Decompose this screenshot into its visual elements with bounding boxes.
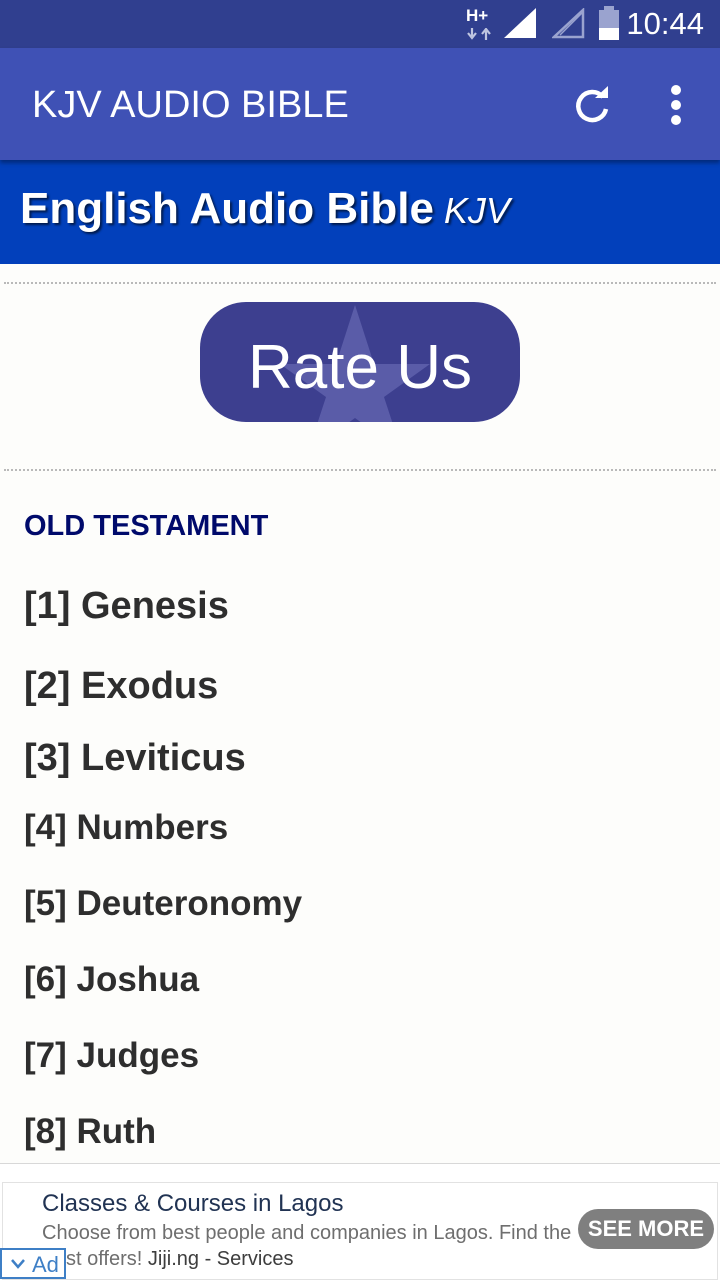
clock: 10:44 (626, 6, 704, 41)
ad-body: Choose from best people and companies in… (42, 1220, 582, 1272)
refresh-icon[interactable] (568, 82, 616, 130)
rate-us-button[interactable]: Rate Us (200, 302, 520, 422)
header-banner: English Audio Bible KJV (0, 160, 720, 264)
chevron-down-icon (11, 1259, 25, 1269)
book-item-exodus[interactable]: [2] Exodus (24, 665, 218, 708)
signal-full-icon (504, 8, 536, 38)
divider (4, 469, 716, 471)
battery-icon (599, 6, 619, 40)
ad-body-text: Choose from best people and companies in… (42, 1222, 572, 1244)
banner-title-text: English Audio Bible (20, 184, 434, 233)
app-title: KJV AUDIO BIBLE (32, 84, 349, 126)
ad-banner[interactable]: Classes & Courses in Lagos Choose from b… (0, 1163, 720, 1281)
data-arrows-icon (467, 28, 491, 40)
book-item-leviticus[interactable]: [3] Leviticus (24, 737, 246, 780)
ad-title[interactable]: Classes & Courses in Lagos (42, 1190, 343, 1218)
book-item-ruth[interactable]: [8] Ruth (24, 1112, 156, 1152)
ad-badge-label: Ad (32, 1252, 59, 1277)
signal-empty-icon (552, 8, 585, 39)
banner-title: English Audio Bible KJV (20, 184, 510, 234)
section-title: OLD TESTAMENT (24, 510, 269, 542)
book-item-numbers[interactable]: [4] Numbers (24, 808, 228, 848)
book-item-judges[interactable]: [7] Judges (24, 1036, 199, 1076)
more-vert-icon[interactable] (652, 78, 700, 134)
divider (4, 282, 716, 284)
book-item-genesis[interactable]: [1] Genesis (24, 585, 229, 628)
ad-body-text-2: st offers! (66, 1248, 143, 1270)
app-bar: KJV AUDIO BIBLE (0, 48, 720, 160)
ad-advertiser: Jiji.ng - Services (147, 1248, 294, 1270)
see-more-button[interactable]: SEE MORE (578, 1209, 714, 1249)
book-item-deuteronomy[interactable]: [5] Deuteronomy (24, 884, 302, 924)
network-type: H+ (466, 6, 489, 25)
book-item-joshua[interactable]: [6] Joshua (24, 960, 199, 1000)
ad-choices-badge[interactable]: Ad (0, 1248, 66, 1279)
status-bar: H+ 10:44 (0, 0, 720, 48)
banner-subtitle: KJV (443, 190, 510, 231)
rate-us-label: Rate Us (248, 333, 472, 402)
